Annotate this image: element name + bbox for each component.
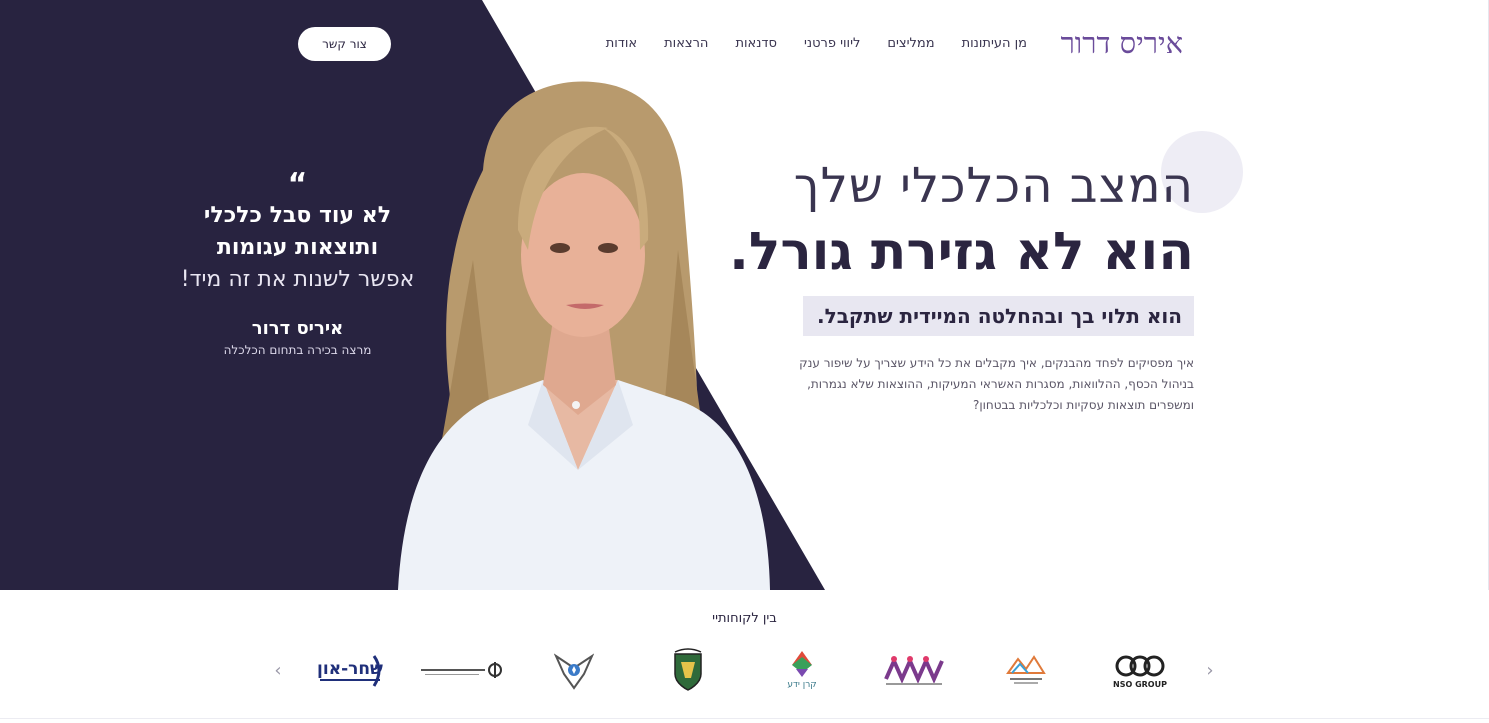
- hero-description: איך מפסיקים לפחד מהבנקים, איך מקבלים את …: [799, 356, 1194, 412]
- nso-group-logo[interactable]: NSO GROUP: [1108, 640, 1172, 700]
- svg-text:שחר-און: שחר-און: [317, 659, 383, 679]
- clients-title: בין לקוחותיי: [712, 611, 777, 626]
- clients-carousel: NSO GROUP קרן ידע שחר-און: [0, 640, 1489, 700]
- main-nav: אודות הרצאות סדנאות ליווי פרטני ממליצים …: [606, 36, 1027, 51]
- client-logo-figures[interactable]: [880, 640, 948, 700]
- portrait-image: [398, 81, 770, 590]
- headline-line-2: הוא לא גזירת גורל.: [729, 222, 1194, 282]
- nav-item-lectures[interactable]: הרצאות: [664, 36, 708, 51]
- site-logo[interactable]: איריס דרור: [1061, 26, 1183, 61]
- nav-item-private-coaching[interactable]: ליווי פרטני: [804, 36, 860, 51]
- air-force-logo[interactable]: [552, 640, 596, 700]
- shahar-on-logo[interactable]: שחר-און: [312, 640, 388, 700]
- svg-text:NSO GROUP: NSO GROUP: [1113, 680, 1167, 689]
- nav-item-press[interactable]: מן העיתונות: [962, 36, 1027, 51]
- bottom-divider: [0, 718, 1489, 719]
- contact-button[interactable]: צור קשר: [298, 27, 391, 61]
- client-logo-emblem[interactable]: [668, 640, 708, 700]
- nav-item-about[interactable]: אודות: [606, 36, 637, 51]
- client-logo-mountains[interactable]: [1000, 640, 1052, 700]
- keren-yeda-logo[interactable]: קרן ידע: [780, 640, 824, 700]
- nav-item-workshops[interactable]: סדנאות: [735, 36, 777, 51]
- nav-item-testimonials[interactable]: ממליצים: [887, 36, 934, 51]
- client-logo-institute[interactable]: [418, 640, 504, 700]
- headline-highlight: הוא תלוי בך ובהחלטה המיידית שתקבל.: [803, 296, 1194, 336]
- headline-line-1: המצב הכלכלי שלך: [793, 158, 1194, 214]
- svg-text:קרן ידע: קרן ידע: [787, 680, 816, 690]
